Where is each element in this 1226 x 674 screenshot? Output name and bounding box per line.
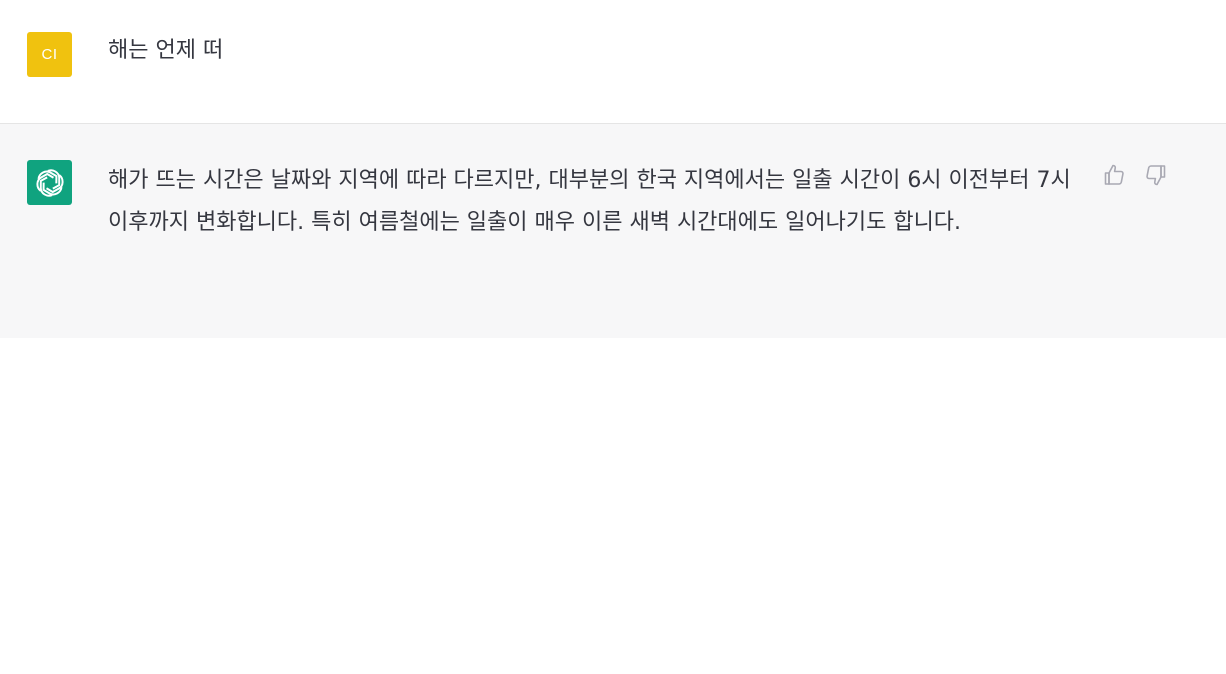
assistant-avatar — [27, 160, 72, 205]
user-message-row: CI 해는 언제 떠 — [0, 0, 1226, 124]
user-message-text: 해는 언제 떠 — [108, 38, 224, 63]
thumbs-down-button[interactable] — [1144, 164, 1168, 190]
thumbs-up-button[interactable] — [1102, 164, 1126, 190]
assistant-message-row: 해가 뜨는 시간은 날짜와 지역에 따라 다르지만, 대부분의 한국 지역에서는… — [0, 124, 1226, 338]
feedback-buttons — [1102, 164, 1168, 190]
conversation-thread: CI 해는 언제 떠 해가 뜨는 시간은 날짜와 지역에 따라 다르지만, 대부… — [0, 0, 1226, 338]
thumbs-up-icon — [1102, 163, 1126, 191]
thumbs-down-icon — [1144, 163, 1168, 191]
user-avatar-initials: CI — [41, 46, 58, 63]
user-avatar: CI — [27, 32, 72, 77]
assistant-message-text: 해가 뜨는 시간은 날짜와 지역에 따라 다르지만, 대부분의 한국 지역에서는… — [108, 168, 1071, 235]
openai-logo-icon — [33, 166, 67, 200]
